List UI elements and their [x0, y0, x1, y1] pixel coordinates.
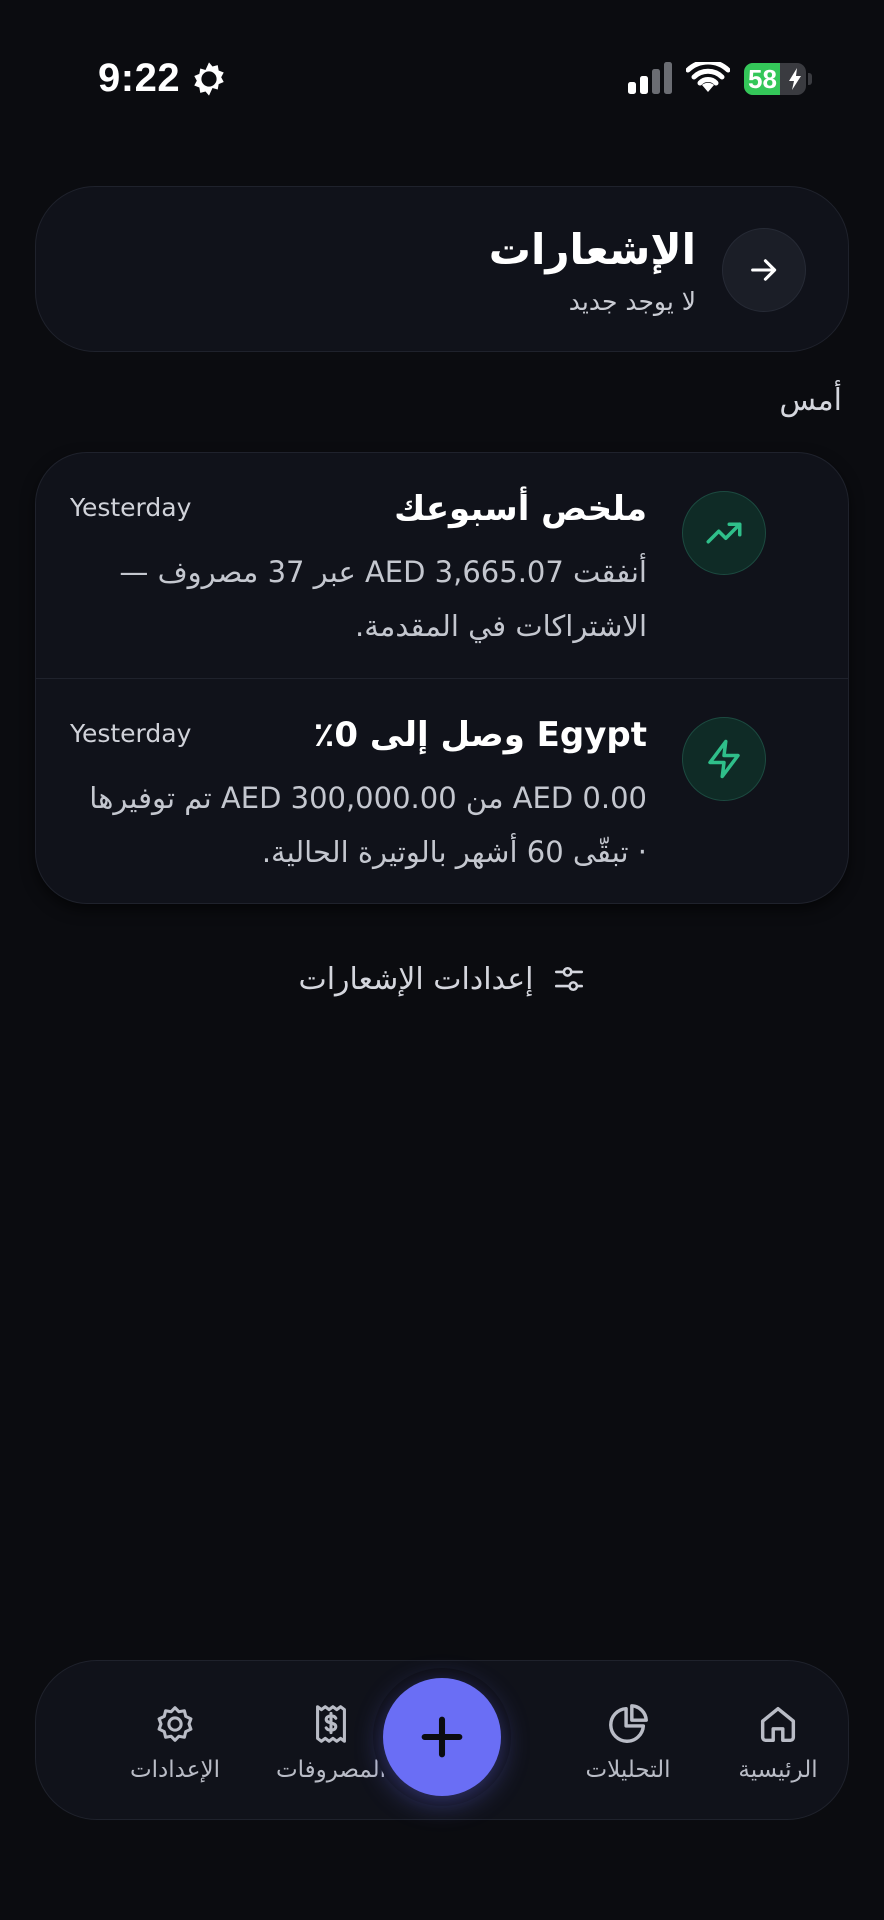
notification-title: Egypt وصل إلى 0٪: [313, 715, 647, 755]
arrow-right-icon: [751, 259, 777, 281]
notification-icon-badge: [682, 491, 766, 575]
wifi-icon: [686, 62, 730, 92]
nav-label-analytics: التحليلات: [585, 1757, 671, 1783]
notification-icon-badge: [682, 717, 766, 801]
battery-cap: [808, 73, 812, 85]
notifications-card: ملخص أسبوعك Yesterday أنفقت AED 3,665.07…: [35, 452, 849, 904]
notification-title: ملخص أسبوعك: [394, 489, 647, 529]
header-card: الإشعارات لا يوجد جديد: [35, 186, 849, 352]
charging-bolt-icon: [789, 68, 801, 90]
notification-body: أنفقت AED 3,665.07 عبر 37 مصروف — الاشتر…: [119, 555, 647, 643]
sliders-icon: [554, 966, 583, 992]
page-subtitle: لا يوجد جديد: [568, 287, 696, 316]
cellular-signal-icon: [628, 62, 672, 94]
section-label-yesterday: أمس: [779, 383, 842, 418]
notification-item[interactable]: Egypt وصل إلى 0٪ Yesterday AED 0.00 من A…: [36, 678, 848, 903]
notifications-screen: 9:22 58 الإشعارات لا يوجد جديد أمس ملخص …: [0, 0, 884, 1920]
status-time: 9:22: [98, 56, 181, 100]
notification-body: AED 0.00 من AED 300,000.00 تم توفيرها · …: [89, 781, 647, 869]
notification-time: Yesterday: [70, 719, 192, 748]
home-icon: [760, 1706, 796, 1743]
gear-icon: [194, 62, 224, 96]
nav-item-settings[interactable]: الإعدادات: [105, 1701, 245, 1801]
notification-settings-label: إعدادات الإشعارات: [298, 961, 534, 997]
lightning-icon: [708, 739, 740, 779]
receipt-icon: [316, 1705, 346, 1743]
pie-chart-icon: [609, 1704, 648, 1743]
nav-label-settings: الإعدادات: [130, 1757, 220, 1783]
back-button[interactable]: [722, 228, 806, 312]
nav-label-home: الرئيسية: [738, 1757, 818, 1783]
add-expense-button[interactable]: [383, 1678, 501, 1796]
battery-indicator: 58: [744, 63, 806, 95]
page-title: الإشعارات: [488, 225, 696, 274]
notification-time: Yesterday: [70, 493, 192, 522]
nav-item-home[interactable]: الرئيسية: [708, 1701, 848, 1801]
nav-label-expenses: المصروفات: [275, 1757, 387, 1783]
plus-icon: [421, 1716, 463, 1758]
battery-level: 58: [748, 64, 777, 94]
status-bar: 9:22 58: [0, 0, 884, 140]
gear-icon: [157, 1706, 193, 1742]
notification-settings-link[interactable]: إعدادات الإشعارات: [0, 955, 884, 1003]
nav-item-analytics[interactable]: التحليلات: [558, 1701, 698, 1801]
trending-up-icon: [706, 522, 742, 544]
notification-item[interactable]: ملخص أسبوعك Yesterday أنفقت AED 3,665.07…: [36, 453, 848, 678]
